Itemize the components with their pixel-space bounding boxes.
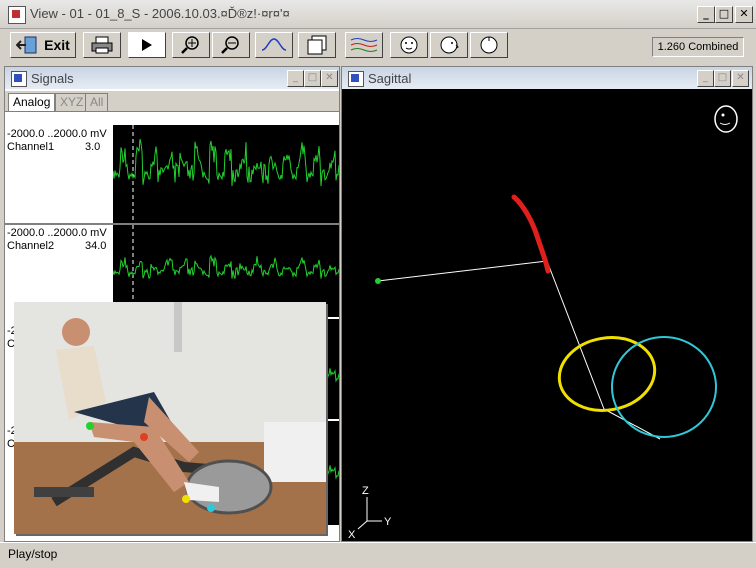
waves-icon: [350, 38, 378, 52]
signals-close-button[interactable]: ✕: [321, 70, 338, 87]
channel2-signal-trace: [112, 254, 339, 280]
signals-pane-title-bar: Signals _ □ ✕: [5, 67, 339, 89]
play-icon: [142, 39, 152, 51]
marker-point: [375, 278, 381, 284]
channel1-signal-trace: [112, 138, 339, 187]
channel1-value: 3.0: [85, 141, 101, 153]
side-view-button[interactable]: [430, 32, 468, 58]
subject-photo: [14, 302, 326, 534]
exit-button[interactable]: Exit: [10, 32, 76, 58]
head-front-icon: [400, 36, 418, 54]
channel2-name: Channel2: [7, 240, 55, 252]
signals-minimize-button[interactable]: _: [287, 70, 304, 87]
tab-analog[interactable]: Analog: [8, 93, 56, 111]
ankle-trajectory: [611, 336, 717, 438]
channel2-value: 34.0: [85, 240, 107, 252]
sagittal-pane-title-bar: Sagittal _ □ ✕: [342, 67, 752, 89]
segment-line-thigh: [546, 260, 605, 410]
sagittal-pane-icon: [348, 71, 364, 87]
signals-maximize-button[interactable]: □: [304, 70, 321, 87]
view-orientation-icon[interactable]: [714, 105, 738, 133]
head-back-icon: [480, 36, 498, 54]
close-button[interactable]: ✕: [735, 6, 753, 23]
print-button[interactable]: [83, 32, 121, 58]
sagittal-3d-view[interactable]: Z Y X: [342, 89, 752, 541]
axis-y-label: Y: [384, 516, 392, 528]
layout-button[interactable]: [298, 32, 336, 58]
sagittal-minimize-button[interactable]: _: [697, 70, 714, 87]
axis-gizmo: Z Y X: [348, 485, 392, 541]
axis-z-label: Z: [362, 485, 369, 497]
channel1-range: -2000.0 ..2000.0 mV: [7, 128, 107, 140]
waves-button[interactable]: [345, 32, 383, 58]
sagittal-close-button[interactable]: ✕: [732, 70, 749, 87]
exit-label: Exit: [44, 37, 70, 53]
marker-yellow: [182, 495, 190, 503]
zoom-out-icon: [221, 36, 239, 54]
axis-x-label: X: [348, 529, 356, 541]
head-side-icon: [440, 36, 459, 54]
mode-display: 1.260 Combined: [652, 37, 744, 57]
exit-door-icon: [16, 36, 37, 54]
curve-button[interactable]: [255, 32, 293, 58]
status-text: Play/stop: [8, 547, 58, 561]
knee-trajectory: [557, 336, 657, 412]
signals-tab-strip: Analog XYZ All: [5, 91, 339, 112]
signals-pane-title: Signals: [31, 71, 74, 86]
layout-icon: [307, 35, 327, 55]
marker-cyan: [207, 504, 215, 512]
segment-line-hip: [377, 260, 548, 282]
title-bar: View - 01 - 01_8_S - 2006.10.03.¤Ď®z!·¤r…: [0, 0, 756, 29]
marker-red: [140, 433, 148, 441]
back-view-button[interactable]: [470, 32, 508, 58]
maximize-button[interactable]: □: [715, 6, 733, 23]
channel1-name: Channel1: [7, 141, 55, 153]
sagittal-pane-title: Sagittal: [368, 71, 412, 86]
marker-green: [86, 422, 94, 430]
tab-xyz[interactable]: XYZ: [55, 93, 89, 111]
zoom-in-button[interactable]: [172, 32, 210, 58]
minimize-button[interactable]: _: [697, 6, 715, 23]
front-view-button[interactable]: [390, 32, 428, 58]
app-icon[interactable]: [8, 6, 26, 24]
toolbar: Exit: [0, 29, 756, 63]
status-bar: Play/stop: [0, 542, 756, 568]
channel1-plot[interactable]: [112, 125, 339, 223]
tab-all[interactable]: All: [85, 93, 109, 111]
printer-icon: [91, 36, 113, 54]
sagittal-pane: Sagittal _ □ ✕ Z Y X: [341, 66, 753, 542]
window-title: View - 01 - 01_8_S - 2006.10.03.¤Ď®z!·¤r…: [30, 6, 290, 21]
signals-pane-icon: [11, 71, 27, 87]
curve-icon: [261, 38, 287, 51]
zoom-in-icon: [181, 36, 199, 54]
hip-trajectory: [511, 194, 551, 274]
zoom-out-button[interactable]: [212, 32, 250, 58]
sagittal-maximize-button[interactable]: □: [714, 70, 731, 87]
channel2-range: -2000.0 ..2000.0 mV: [7, 227, 107, 239]
segment-line-shank: [603, 408, 661, 440]
play-stop-button[interactable]: [128, 32, 166, 58]
